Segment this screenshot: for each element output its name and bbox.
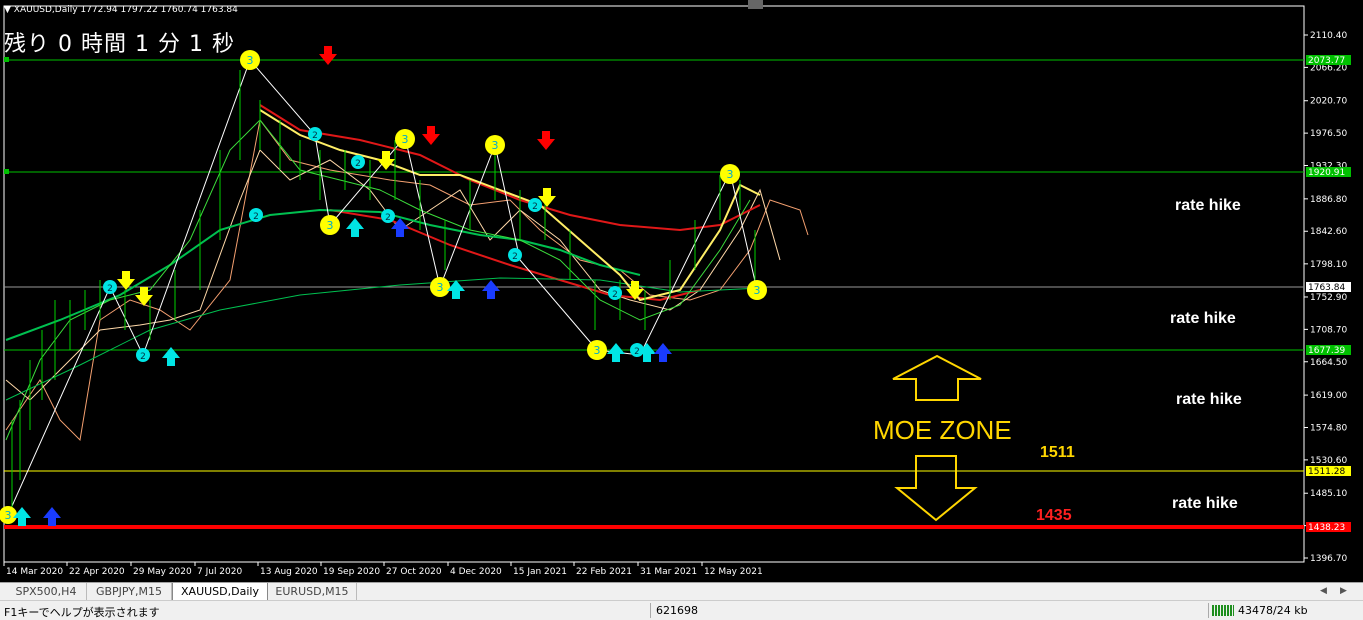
status-help: F1キーでヘルプが表示されます	[4, 606, 160, 619]
cyan-up-arrow-icon	[346, 218, 364, 237]
tab-scroll-left-icon[interactable]: ◀	[1320, 583, 1327, 600]
blue-up-arrow-icon	[482, 280, 500, 299]
rate-hike-note: rate hike	[1176, 391, 1242, 408]
price-tick-label: 1708.70	[1310, 325, 1347, 335]
date-tick-label: 4 Dec 2020	[450, 567, 502, 577]
price-tick-label: 1798.10	[1310, 260, 1347, 270]
moving-average-yellow	[259, 109, 761, 302]
date-tick-label: 15 Jan 2021	[513, 567, 567, 577]
price-tick-label: 2110.40	[1310, 31, 1347, 41]
price-tag-label: 1920.91	[1308, 168, 1345, 178]
date-tick-label: 27 Oct 2020	[386, 567, 442, 577]
status-traffic: 43478/24 kb	[1238, 604, 1308, 617]
date-tick-label: 14 Mar 2020	[6, 567, 63, 577]
price-tick-label: 1530.60	[1310, 456, 1347, 466]
zone-down-arrow-icon	[894, 455, 978, 522]
svg-text:3: 3	[492, 139, 499, 152]
tab-gbpjpy[interactable]: GBPJPY,M15	[87, 583, 172, 600]
cyan-up-arrow-icon	[447, 280, 465, 299]
price-tick-label: 1485.10	[1310, 489, 1347, 499]
price-tag-label: 2073.77	[1308, 56, 1345, 66]
chart-shift-marker[interactable]	[748, 0, 763, 9]
symbol-info: ▼ XAUUSD,Daily 1772.94 1797.22 1760.74 1…	[4, 5, 238, 15]
date-tick-label: 12 May 2021	[704, 567, 763, 577]
date-axis: 14 Mar 2020 22 Apr 2020 29 May 2020 7 Jul 2…	[3, 562, 763, 577]
sell-arrow-icon	[422, 126, 440, 145]
level-label-1511: 1511	[1040, 444, 1075, 461]
candle-countdown: 残り 0 時間 1 分 1 秒	[4, 32, 235, 57]
price-tick-label: 1752.90	[1310, 293, 1347, 303]
svg-text:2: 2	[612, 290, 618, 300]
svg-text:3: 3	[5, 509, 12, 522]
price-chart[interactable]: 3 3 3 3 3 3 3 3 3 2 2 2 2 2 2 2 2 2 2 21…	[0, 0, 1363, 582]
svg-text:2: 2	[385, 213, 391, 223]
status-divider	[650, 603, 651, 618]
blue-up-arrow-icon	[654, 343, 672, 362]
svg-text:2: 2	[512, 252, 518, 262]
price-axis: 2110.402066.202020.701976.501932.301886.…	[1304, 31, 1347, 564]
price-tag-label: 1677.39	[1308, 346, 1345, 356]
price-tick-label: 1619.00	[1310, 391, 1347, 401]
svg-text:3: 3	[327, 219, 334, 232]
price-tick-label: 1976.50	[1310, 129, 1347, 139]
date-tick-label: 29 May 2020	[133, 567, 192, 577]
svg-text:2: 2	[634, 347, 640, 357]
svg-text:2: 2	[312, 131, 318, 141]
svg-text:3: 3	[754, 284, 761, 297]
svg-text:3: 3	[247, 54, 254, 67]
svg-text:2: 2	[140, 352, 146, 362]
chart-window[interactable]: 3 3 3 3 3 3 3 3 3 2 2 2 2 2 2 2 2 2 2 21…	[0, 0, 1363, 582]
tab-scroll-right-icon[interactable]: ▶	[1340, 583, 1347, 600]
svg-text:3: 3	[727, 168, 734, 181]
tab-xauusd[interactable]: XAUUSD,Daily	[172, 583, 268, 601]
line-handle[interactable]	[4, 169, 9, 174]
svg-text:2: 2	[253, 212, 259, 222]
price-tag-label: 1511.28	[1308, 467, 1345, 477]
price-tick-label: 1396.70	[1310, 554, 1347, 564]
svg-text:2: 2	[355, 159, 361, 169]
rate-hike-note: rate hike	[1175, 197, 1241, 214]
blue-up-arrow-icon	[43, 507, 61, 526]
date-tick-label: 22 Feb 2021	[576, 567, 632, 577]
date-tick-label: 7 Jul 2020	[197, 567, 242, 577]
status-number: 621698	[656, 604, 698, 617]
price-tag-label: 1763.84	[1308, 283, 1345, 293]
chart-tabs: SPX500,H4 GBPJPY,M15 XAUUSD,Daily EURUSD…	[0, 582, 1363, 601]
price-tick-label: 1842.60	[1310, 227, 1347, 237]
price-tag-label: 1438.23	[1308, 523, 1345, 533]
sell-arrow-icon	[319, 46, 337, 65]
price-tick-label: 1886.80	[1310, 195, 1347, 205]
date-tick-label: 19 Sep 2020	[323, 567, 380, 577]
svg-text:3: 3	[594, 344, 601, 357]
svg-text:2: 2	[532, 202, 538, 212]
date-tick-label: 31 Mar 2021	[640, 567, 697, 577]
svg-text:3: 3	[437, 281, 444, 294]
price-tick-label: 2020.70	[1310, 97, 1347, 107]
status-bar: F1キーでヘルプが表示されます 621698 43478/24 kb	[0, 600, 1363, 620]
tab-spx500[interactable]: SPX500,H4	[6, 583, 87, 600]
price-tick-label: 1574.80	[1310, 423, 1347, 433]
svg-text:3: 3	[402, 133, 409, 146]
status-divider	[1208, 603, 1209, 618]
price-tick-label: 1664.50	[1310, 358, 1347, 368]
moe-zone-label: MOE ZONE	[873, 415, 1012, 445]
plot-border	[3, 5, 1305, 563]
rate-hike-note: rate hike	[1172, 495, 1238, 512]
sell-arrow-icon	[537, 131, 555, 150]
date-tick-label: 22 Apr 2020	[69, 567, 125, 577]
cyan-up-arrow-icon	[13, 507, 31, 526]
zone-up-arrow-icon	[892, 354, 982, 401]
cyan-up-arrow-icon	[607, 343, 625, 362]
tab-eurusd[interactable]: EURUSD,M15	[268, 583, 357, 600]
rate-hike-note: rate hike	[1170, 310, 1236, 327]
connection-bars-icon	[1212, 605, 1234, 616]
level-label-1435: 1435	[1036, 507, 1072, 524]
date-tick-label: 13 Aug 2020	[260, 567, 318, 577]
svg-text:2: 2	[107, 284, 113, 294]
